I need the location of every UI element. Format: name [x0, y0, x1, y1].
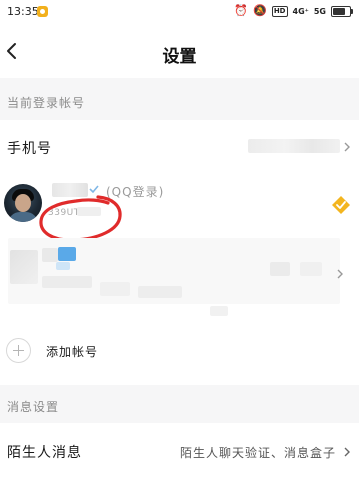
stranger-messages-value: 陌生人聊天验证、消息盒子 [179, 446, 336, 460]
mute-icon: 🔕 [253, 4, 267, 17]
chevron-right-icon [337, 269, 343, 279]
masked-block [300, 262, 322, 276]
verified-check-icon [89, 185, 99, 194]
status-time: 13:35 [7, 5, 39, 18]
current-account-check-icon [332, 196, 350, 214]
chevron-right-icon [344, 447, 350, 457]
message-section-header: 消息设置 [7, 400, 60, 414]
account-section-header: 当前登录帐号 [7, 96, 86, 110]
masked-block [270, 262, 290, 276]
masked-block-blue [58, 247, 76, 261]
signal-5g: 5G [313, 6, 326, 16]
account-id-partial: 339UT [48, 208, 80, 218]
masked-block [100, 282, 130, 296]
avatar [4, 184, 42, 222]
second-account-avatar-masked [10, 250, 38, 284]
masked-block [56, 262, 70, 270]
hd-badge: HD [271, 5, 288, 17]
add-icon [6, 338, 31, 363]
phone-number-row[interactable] [0, 126, 359, 166]
status-indicators: ⏰ 🔕 HD 4G⁺ 5G [234, 4, 353, 17]
masked-block [210, 306, 228, 316]
add-account-label: 添加帐号 [46, 345, 99, 359]
alarm-icon: ⏰ [234, 4, 249, 17]
status-bar: 13:35 ⏰ 🔕 HD 4G⁺ 5G [0, 0, 359, 24]
nickname-masked [52, 183, 88, 197]
battery-icon [331, 5, 353, 17]
stranger-messages-label: 陌生人消息 [7, 445, 82, 461]
masked-block [138, 286, 182, 298]
page-title: 设置 [162, 47, 197, 67]
account-id-masked [77, 207, 101, 216]
masked-block [42, 276, 92, 288]
notification-app-icon [37, 6, 48, 17]
settings-screen: 13:35 ⏰ 🔕 HD 4G⁺ 5G 设置 当前登录帐号 手机号 (QQ登录)… [0, 0, 359, 487]
login-method-tag: (QQ登录) [106, 185, 165, 199]
masked-block [42, 248, 58, 262]
signal-4g: 4G⁺ [292, 6, 309, 16]
